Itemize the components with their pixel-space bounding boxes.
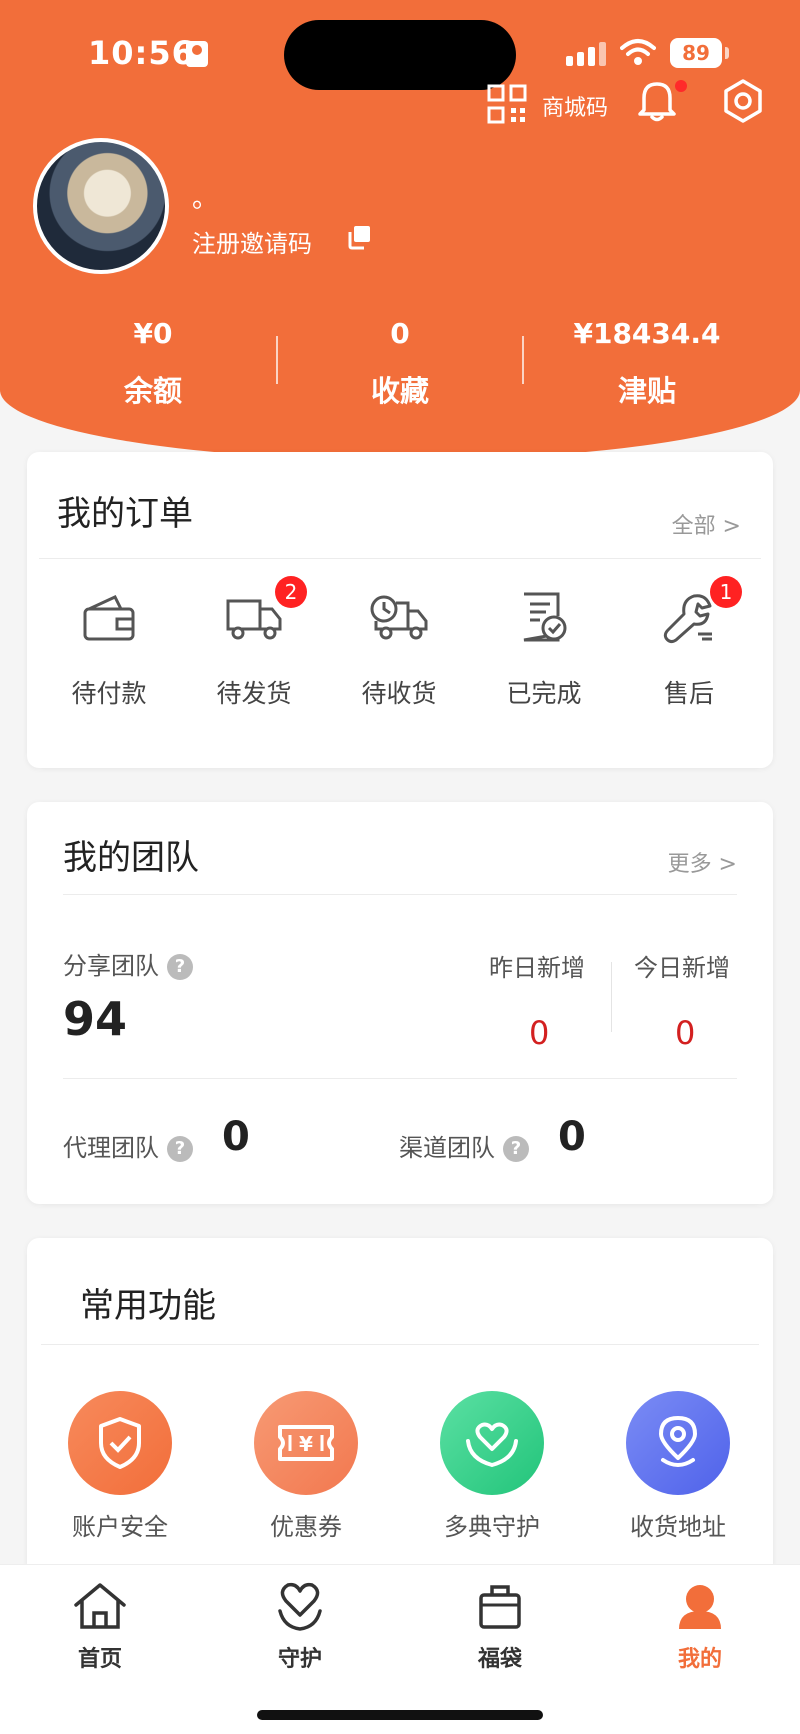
svg-text:¥: ¥ bbox=[299, 1432, 313, 1456]
badge: 1 bbox=[710, 576, 742, 608]
team-title: 我的团队 bbox=[63, 838, 199, 878]
stat-balance-value: ¥0 bbox=[133, 317, 173, 350]
func-guardian[interactable]: 多典守护 bbox=[407, 1391, 577, 1542]
divider bbox=[63, 894, 737, 895]
help-icon[interactable]: ? bbox=[503, 1136, 529, 1162]
help-icon[interactable]: ? bbox=[167, 1136, 193, 1162]
wrench-icon bbox=[663, 594, 712, 644]
today-new-label: 今日新增 bbox=[634, 954, 730, 982]
tab-label: 福袋 bbox=[477, 1647, 522, 1672]
stat-favorites[interactable]: 0 收藏 bbox=[277, 314, 523, 410]
location-icon bbox=[626, 1391, 730, 1495]
today-new-value: 0 bbox=[675, 1014, 696, 1052]
home-icon bbox=[74, 1583, 126, 1629]
functions-title: 常用功能 bbox=[80, 1286, 216, 1326]
delivery-truck-icon bbox=[370, 595, 428, 640]
tab-mine[interactable]: 我的 bbox=[640, 1581, 760, 1673]
battery-icon: 89 bbox=[670, 38, 722, 68]
shop-code-label[interactable]: 商城码 bbox=[542, 90, 608, 122]
person-icon bbox=[186, 41, 208, 67]
qr-code-icon[interactable] bbox=[487, 84, 527, 124]
nickname: 。 bbox=[192, 184, 219, 214]
help-icon[interactable]: ? bbox=[167, 954, 193, 980]
completed-doc-icon bbox=[523, 592, 567, 642]
team-more-link[interactable]: 更多 > bbox=[668, 846, 737, 878]
stat-allowance[interactable]: ¥18434.4 津贴 bbox=[524, 314, 770, 410]
orders-card: 我的订单 全部 > 待付款 2 待发货 待收货 已完成 1 售后 bbox=[27, 452, 773, 768]
orders-title: 我的订单 bbox=[57, 494, 193, 534]
channel-team-label: 渠道团队? bbox=[399, 1128, 529, 1163]
agent-team-value: 0 bbox=[222, 1114, 250, 1160]
divider bbox=[63, 1078, 737, 1079]
avatar[interactable] bbox=[33, 138, 169, 274]
status-time: 10:56 bbox=[88, 34, 195, 72]
invite-code-label: 注册邀请码 bbox=[192, 230, 312, 258]
func-coupons[interactable]: ¥ 优惠券 bbox=[221, 1391, 391, 1542]
order-after-sales[interactable]: 1 售后 bbox=[624, 572, 754, 710]
order-pending-shipment[interactable]: 2 待发货 bbox=[189, 572, 319, 710]
signal-icon bbox=[566, 42, 606, 66]
func-address[interactable]: 收货地址 bbox=[593, 1391, 763, 1542]
tab-label: 我的 bbox=[677, 1647, 722, 1672]
tab-label: 首页 bbox=[77, 1647, 122, 1672]
truck-icon bbox=[226, 599, 282, 640]
battery-tip bbox=[725, 47, 729, 59]
tab-lucky-bag[interactable]: 福袋 bbox=[440, 1581, 560, 1673]
divider bbox=[39, 558, 761, 559]
coupon-icon: ¥ bbox=[254, 1391, 358, 1495]
channel-team-text: 渠道团队 bbox=[399, 1134, 495, 1162]
stat-favorites-value: 0 bbox=[390, 317, 410, 350]
channel-team-value: 0 bbox=[558, 1114, 586, 1160]
func-label: 账户安全 bbox=[72, 1513, 168, 1541]
bell-icon[interactable] bbox=[636, 78, 678, 122]
divider bbox=[611, 962, 612, 1032]
order-completed[interactable]: 已完成 bbox=[479, 572, 609, 710]
heart-hands-icon bbox=[440, 1391, 544, 1495]
user-icon bbox=[679, 1585, 721, 1629]
func-label: 多典守护 bbox=[444, 1513, 540, 1541]
func-label: 优惠券 bbox=[270, 1513, 342, 1541]
orders-all-link[interactable]: 全部 > bbox=[672, 508, 741, 540]
agent-team-text: 代理团队 bbox=[63, 1134, 159, 1162]
order-label: 待发货 bbox=[216, 679, 292, 708]
tab-home[interactable]: 首页 bbox=[40, 1581, 160, 1673]
dynamic-island bbox=[284, 20, 516, 90]
wifi-icon bbox=[620, 39, 656, 65]
stat-allowance-value: ¥18434.4 bbox=[573, 317, 721, 350]
functions-card: 常用功能 账户安全 ¥ 优惠券 多典守护 收货地址 bbox=[27, 1238, 773, 1578]
home-indicator bbox=[257, 1710, 543, 1720]
share-team-text: 分享团队 bbox=[63, 952, 159, 980]
stat-balance-label: 余额 bbox=[123, 374, 182, 408]
order-label: 待付款 bbox=[71, 679, 147, 708]
order-pending-receipt[interactable]: 待收货 bbox=[334, 572, 464, 710]
notification-dot bbox=[675, 80, 687, 92]
agent-team-label: 代理团队? bbox=[63, 1128, 193, 1163]
settings-icon[interactable] bbox=[720, 78, 766, 124]
share-team-value: 94 bbox=[63, 992, 128, 1046]
tab-guard[interactable]: 守护 bbox=[240, 1581, 360, 1673]
shield-icon bbox=[68, 1391, 172, 1495]
yesterday-new-label: 昨日新增 bbox=[489, 954, 585, 982]
bag-icon bbox=[479, 1585, 521, 1629]
stat-favorites-label: 收藏 bbox=[370, 374, 429, 408]
badge: 2 bbox=[275, 576, 307, 608]
wallet-icon bbox=[83, 595, 135, 641]
copy-icon[interactable] bbox=[346, 224, 372, 250]
team-card: 我的团队 更多 > 分享团队? 94 昨日新增 0 今日新增 0 代理团队? 0… bbox=[27, 802, 773, 1204]
tab-bar: 首页 守护 福袋 我的 bbox=[0, 1564, 800, 1734]
stat-balance[interactable]: ¥0 余额 bbox=[30, 314, 276, 410]
heart-icon bbox=[278, 1582, 322, 1631]
func-label: 收货地址 bbox=[630, 1513, 726, 1541]
order-pending-payment[interactable]: 待付款 bbox=[44, 572, 174, 710]
order-label: 售后 bbox=[663, 679, 714, 708]
order-label: 待收货 bbox=[361, 679, 437, 708]
tab-label: 守护 bbox=[277, 1647, 322, 1672]
divider bbox=[41, 1344, 759, 1345]
stat-allowance-label: 津贴 bbox=[617, 374, 676, 408]
func-account-security[interactable]: 账户安全 bbox=[35, 1391, 205, 1542]
share-team-label: 分享团队? bbox=[63, 946, 193, 981]
order-label: 已完成 bbox=[506, 679, 582, 708]
yesterday-new-value: 0 bbox=[529, 1014, 550, 1052]
